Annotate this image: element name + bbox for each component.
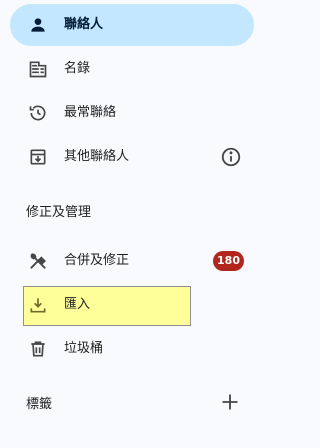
nav-item-trash[interactable]: 垃圾桶: [10, 328, 254, 370]
archive-download-icon: [28, 147, 48, 167]
trash-icon: [28, 339, 48, 359]
count-badge: 180: [213, 251, 244, 271]
nav-item-label: 最常聯絡: [64, 105, 117, 120]
nav-item-merge-fix[interactable]: 合併及修正 180: [10, 240, 254, 282]
nav-item-label: 匯入: [64, 297, 91, 312]
info-icon[interactable]: [220, 146, 242, 168]
nav-item-contacts[interactable]: 聯絡人: [10, 4, 254, 46]
nav-item-label: 其他聯絡人: [64, 149, 130, 164]
download-icon: [28, 295, 48, 315]
nav-item-directory[interactable]: 名錄: [10, 48, 254, 90]
nav-item-label: 聯絡人: [64, 17, 104, 32]
person-icon: [28, 15, 48, 35]
history-icon: [28, 103, 48, 123]
section-header-labels: 標籤: [26, 397, 53, 412]
nav-item-frequent[interactable]: 最常聯絡: [10, 92, 254, 134]
plus-icon: [220, 392, 240, 412]
add-label-button[interactable]: [218, 390, 242, 414]
nav-item-import[interactable]: 匯入: [10, 284, 254, 326]
nav-item-other-contacts[interactable]: 其他聯絡人: [10, 136, 254, 178]
nav-item-label: 名錄: [64, 61, 91, 76]
nav-item-label: 合併及修正: [64, 253, 130, 268]
section-header-fix-manage: 修正及管理: [26, 205, 92, 220]
tools-icon: [28, 251, 48, 271]
building-icon: [28, 59, 48, 79]
nav-item-label: 垃圾桶: [64, 341, 104, 356]
